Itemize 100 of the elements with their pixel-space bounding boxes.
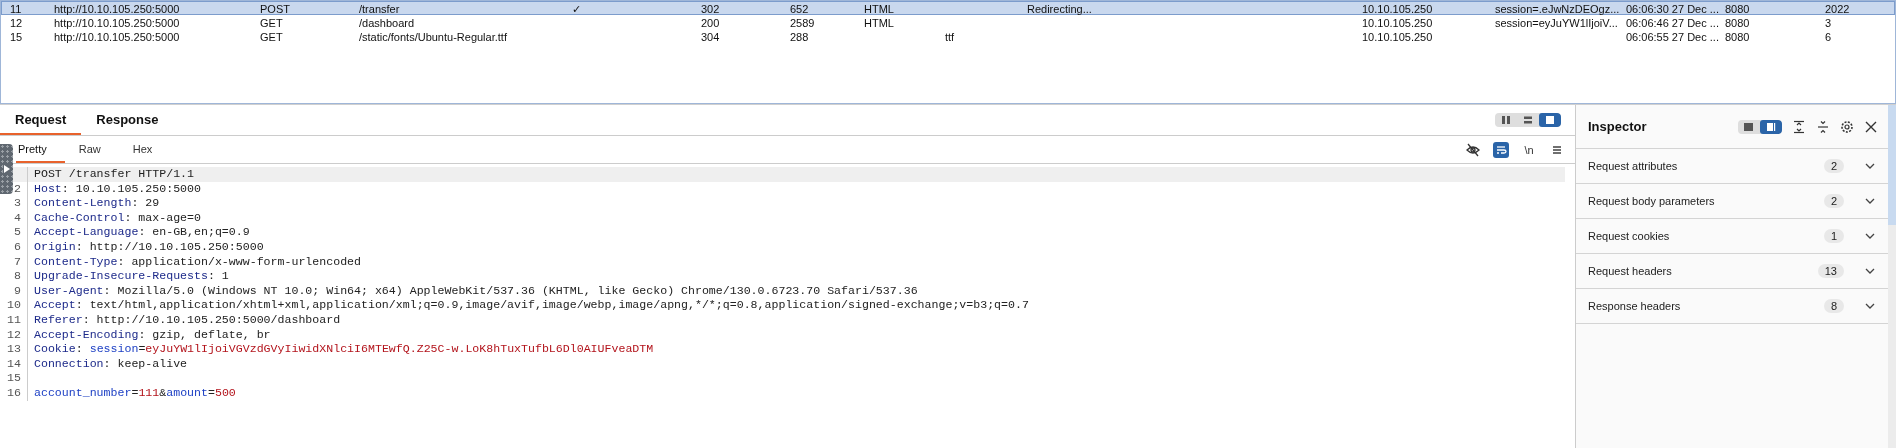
code-line: Content-Type: application/x-www-form-urlencoded bbox=[33, 254, 362, 270]
inspector-section[interactable]: Request body parameters 2 bbox=[1576, 184, 1888, 219]
code-line: Connection: keep-alive bbox=[33, 356, 189, 372]
line-number: 15 bbox=[0, 371, 28, 386]
side-handle[interactable] bbox=[0, 144, 13, 194]
expand-all-button[interactable] bbox=[1792, 119, 1806, 134]
table-row[interactable]: 12 http://10.10.105.250:5000 GET /dashboard 200 2589 HTML 10.10.105.250 session=eyJuYW1lIjoiV... 06:06:46 27 Dec ... 8080 3 bbox=[1, 15, 1895, 29]
table-row[interactable]: 11 http://10.10.105.250:5000 POST /transfer ✓ 302 652 HTML Redirecting... 10.10.105.250 session=.eJwNzDEOgz... 06:06:30 27 Dec ... 8080 2022 bbox=[1, 1, 1895, 15]
table-cell-text: session=eyJuYW1lIjoiV... bbox=[1495, 16, 1619, 30]
table-cell-text: 10.10.105.250 bbox=[1362, 30, 1434, 44]
table-cell-text: HTML bbox=[864, 16, 895, 30]
columns-layout-icon bbox=[1501, 115, 1511, 125]
table-cell-text: Redirecting... bbox=[1027, 2, 1093, 16]
table-cell-text: 652 bbox=[790, 2, 810, 16]
table-cell-text: 302 bbox=[701, 2, 721, 16]
table-cell-text: 15 bbox=[10, 30, 24, 44]
code-line: Host: 10.10.105.250:5000 bbox=[33, 181, 202, 197]
table-cell-text: 6 bbox=[1825, 30, 1833, 44]
table-cell-text: 8080 bbox=[1725, 16, 1751, 30]
table-cell-text: 8080 bbox=[1725, 30, 1751, 44]
tab[interactable]: Response bbox=[81, 105, 174, 135]
section-label: Request headers bbox=[1588, 265, 1673, 277]
line-number: 10 bbox=[0, 298, 28, 313]
table-cell-text: HTML bbox=[864, 2, 895, 16]
section-label: Request attributes bbox=[1588, 160, 1679, 172]
table-cell-text: 06:06:55 27 Dec ... bbox=[1626, 30, 1720, 44]
line-number: 4 bbox=[0, 210, 28, 226]
code-line: account_number=111&amount=500 bbox=[33, 385, 237, 401]
settings-button[interactable] bbox=[1840, 119, 1854, 134]
wrap-button[interactable] bbox=[1493, 141, 1509, 158]
line-number: 6 bbox=[0, 239, 28, 255]
table-cell-text: POST bbox=[260, 2, 291, 16]
table-cell-text: /static/fonts/Ubuntu-Regular.ttf bbox=[359, 30, 508, 44]
layout-button[interactable] bbox=[1539, 113, 1561, 127]
table-cell-text: 2589 bbox=[790, 16, 816, 30]
table-cell-text: 10.10.105.250 bbox=[1362, 16, 1434, 30]
table-cell-text: GET bbox=[260, 30, 284, 44]
line-number: 12 bbox=[0, 327, 28, 343]
collapse-all-icon bbox=[1816, 119, 1830, 134]
section-label: Response headers bbox=[1588, 300, 1682, 312]
tab[interactable]: Pretty bbox=[16, 136, 65, 163]
code-line: Referer: http://10.10.105.250:5000/dashboard bbox=[33, 312, 342, 328]
table-cell-text: ✓ bbox=[571, 2, 582, 16]
inspector-section[interactable]: Request headers 13 bbox=[1576, 254, 1888, 289]
hide-button[interactable] bbox=[1465, 141, 1481, 158]
tab[interactable]: Request bbox=[0, 105, 82, 135]
table-cell-text: 3 bbox=[1825, 16, 1833, 30]
code-line: Content-Length: 29 bbox=[33, 196, 161, 211]
line-number: 3 bbox=[0, 196, 28, 211]
single-layout-icon bbox=[1545, 115, 1555, 125]
count-badge: 2 bbox=[1823, 159, 1844, 173]
tab[interactable]: Raw bbox=[64, 136, 119, 163]
inspector-section[interactable]: Request attributes 2 bbox=[1576, 149, 1888, 184]
tab[interactable]: Hex bbox=[118, 136, 171, 163]
table-cell-text: 06:06:30 27 Dec ... bbox=[1626, 2, 1720, 16]
count-badge: 1 bbox=[1823, 229, 1844, 243]
hidden-eye-icon bbox=[1466, 142, 1480, 157]
count-badge: 13 bbox=[1817, 264, 1844, 278]
line-number: 8 bbox=[0, 269, 28, 284]
close-button[interactable] bbox=[1864, 119, 1878, 134]
scrollbar[interactable] bbox=[1888, 105, 1896, 448]
line-number: 16 bbox=[0, 385, 28, 401]
table-cell-text: 10.10.105.250 bbox=[1362, 2, 1434, 16]
table-cell-text: http://10.10.105.250:5000 bbox=[54, 30, 181, 44]
code-line: Cache-Control: max-age=0 bbox=[33, 210, 202, 226]
line-number: 13 bbox=[0, 342, 28, 357]
section-label: Request body parameters bbox=[1588, 195, 1716, 207]
close-icon bbox=[1864, 119, 1878, 134]
code-line: Upgrade-Insecure-Requests: 1 bbox=[33, 269, 230, 284]
table-cell-text: 200 bbox=[701, 16, 721, 30]
inspector-section[interactable]: Response headers 8 bbox=[1576, 289, 1888, 324]
table-cell-text: 8080 bbox=[1725, 2, 1751, 16]
code-line: Accept-Language: en-GB,en;q=0.9 bbox=[33, 225, 251, 240]
line-number: 14 bbox=[0, 356, 28, 372]
table-cell-text: 288 bbox=[790, 30, 810, 44]
code-line: Accept-Encoding: gzip, deflate, br bbox=[33, 327, 272, 343]
table-cell-text: 11 bbox=[10, 2, 23, 16]
code-line: Accept: text/html,application/xhtml+xml,application/xml;q=0.9,image/avif,image/webp,image/apng,*/*;q=0.8,application/signed-exchange;v=b3;q=0.7 bbox=[33, 298, 1030, 313]
table-cell-text: 304 bbox=[701, 30, 721, 44]
panel-title: Inspector bbox=[1588, 119, 1647, 134]
section-label: Request cookies bbox=[1588, 230, 1671, 242]
layout-button[interactable] bbox=[1760, 119, 1782, 134]
table-cell-text: 12 bbox=[10, 16, 24, 30]
expand-all-icon bbox=[1792, 119, 1806, 134]
collapse-all-button[interactable] bbox=[1816, 119, 1830, 134]
code-line: Cookie: session=eyJuYW1lIjoiVGVzdGVyIiwidXNlciI6MTEwfQ.Z25C-w.LoK8hTuxTufbL6Dl0AIUFveaDTM bbox=[33, 342, 655, 357]
wide-layout-icon bbox=[1744, 121, 1754, 132]
inspector-section[interactable]: Request cookies 1 bbox=[1576, 219, 1888, 254]
table-row[interactable]: 15 http://10.10.105.250:5000 GET /static/fonts/Ubuntu-Regular.ttf 304 288 ttf 10.10.105.250 06:06:55 27 Dec ... 8080 6 bbox=[1, 29, 1895, 43]
table-cell-text: session=.eJwNzDEOgz... bbox=[1495, 2, 1621, 16]
side-layout-icon bbox=[1766, 121, 1776, 132]
table-cell-text: /transfer bbox=[359, 2, 401, 16]
play-icon bbox=[3, 165, 10, 173]
table-cell-text: 2022 bbox=[1825, 2, 1851, 16]
line-number: 9 bbox=[0, 283, 28, 299]
code-line: User-Agent: Mozilla/5.0 (Windows NT 10.0; Win64; x64) AppleWebKit/537.36 (KHTML, like Gecko) Chrome/130.0.6723.70 Safari/537.36 bbox=[33, 283, 919, 299]
table-cell-text: /dashboard bbox=[359, 16, 416, 30]
count-badge: 8 bbox=[1823, 299, 1844, 313]
newline-toggle[interactable]: \n bbox=[1521, 141, 1537, 158]
table-cell-text: http://10.10.105.250:5000 bbox=[54, 16, 181, 30]
